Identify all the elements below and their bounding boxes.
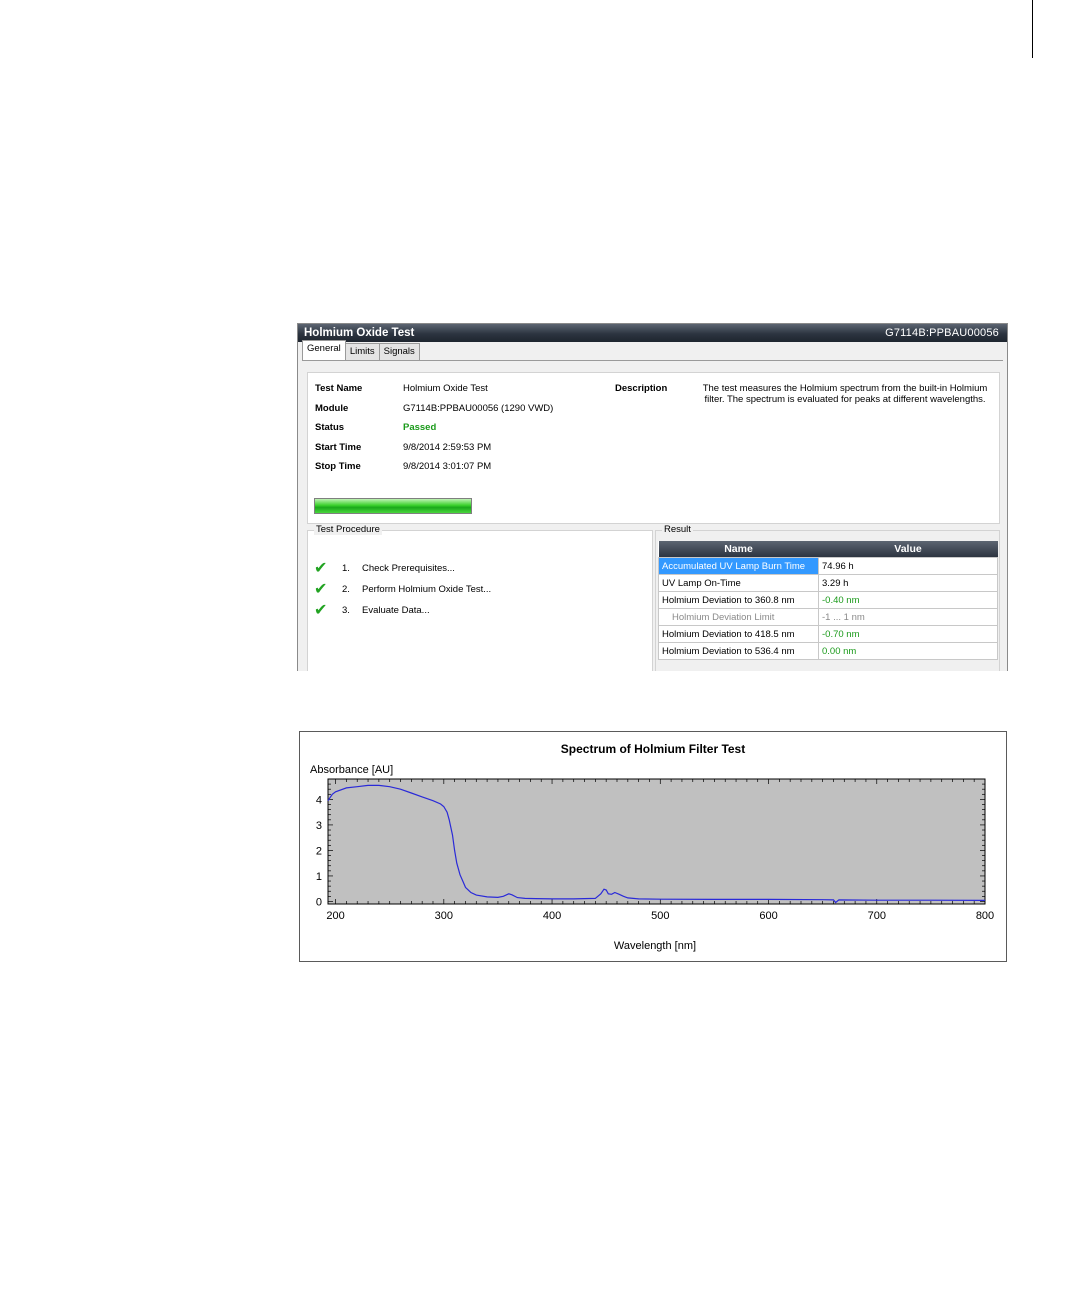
- table-row[interactable]: Accumulated UV Lamp Burn Time 74.96 h: [658, 557, 998, 575]
- window-title: Holmium Oxide Test: [304, 327, 415, 339]
- result-name-cell: Holmium Deviation to 536.4 nm: [658, 642, 819, 660]
- description-label: Description: [615, 383, 668, 394]
- x-tick-label: 700: [868, 910, 886, 922]
- table-row[interactable]: Holmium Deviation to 536.4 nm 0.00 nm: [658, 642, 998, 660]
- start-time-row: Start Time 9/8/2014 2:59:53 PM: [315, 442, 491, 453]
- procedure-step: ✔ 1. Check Prerequisites...: [314, 558, 455, 578]
- result-name-cell: Accumulated UV Lamp Burn Time: [658, 557, 819, 575]
- module-row: Module G7114B:PPBAU00056 (1290 VWD): [315, 403, 553, 414]
- holmium-test-window: Holmium Oxide Test G7114B:PPBAU00056 Gen…: [297, 323, 1008, 671]
- plot-area: [327, 778, 986, 905]
- table-row[interactable]: UV Lamp On-Time 3.29 h: [658, 574, 998, 592]
- checkmark-icon: ✔: [314, 560, 328, 577]
- description-text: The test measures the Holmium spectrum f…: [702, 383, 988, 405]
- test-progress-bar: [314, 498, 472, 514]
- status-label: Status: [315, 422, 345, 433]
- test-name-row: Test Name Holmium Oxide Test: [315, 383, 488, 394]
- table-row[interactable]: Holmium Deviation to 360.8 nm -0.40 nm: [658, 591, 998, 609]
- window-module-id: G7114B:PPBAU00056: [885, 327, 999, 339]
- result-table-header: Name Value: [658, 541, 998, 558]
- x-tick-label: 800: [976, 910, 994, 922]
- result-table: Name Value Accumulated UV Lamp Burn Time…: [658, 541, 998, 660]
- stop-time-label: Stop Time: [315, 461, 361, 472]
- x-tick-label: 300: [435, 910, 453, 922]
- tab-signals[interactable]: Signals: [378, 343, 420, 360]
- result-value-cell: -1 ... 1 nm: [818, 608, 998, 626]
- result-value-cell: 3.29 h: [818, 574, 998, 592]
- result-name-cell: Holmium Deviation to 360.8 nm: [658, 591, 819, 609]
- result-name-cell: Holmium Deviation Limit: [658, 608, 819, 626]
- result-group: Result Name Value Accumulated UV Lamp Bu…: [655, 524, 1000, 671]
- x-axis-label: Wavelength [nm]: [614, 940, 696, 952]
- result-name-cell: Holmium Deviation to 418.5 nm: [658, 625, 819, 643]
- step-number: 3.: [342, 604, 350, 616]
- x-tick-label: 200: [326, 910, 344, 922]
- stop-time-value: 9/8/2014 3:01:07 PM: [403, 461, 492, 472]
- tab-strip: General Limits Signals: [302, 340, 420, 360]
- status-value: Passed: [403, 422, 437, 433]
- test-procedure-title: Test Procedure: [314, 524, 382, 535]
- result-value-cell: -0.70 nm: [818, 625, 998, 643]
- x-tick-label: 500: [651, 910, 669, 922]
- y-tick-label: 3: [316, 820, 322, 832]
- column-header-value[interactable]: Value: [818, 541, 998, 558]
- step-label: Evaluate Data...: [362, 604, 430, 616]
- step-number: 1.: [342, 562, 350, 574]
- y-axis-label: Absorbance [AU]: [310, 764, 393, 776]
- step-label: Perform Holmium Oxide Test...: [362, 583, 492, 595]
- module-label: Module: [315, 403, 349, 414]
- window-titlebar: Holmium Oxide Test G7114B:PPBAU00056: [298, 324, 1007, 342]
- general-info-panel: Test Name Holmium Oxide Test Module G711…: [307, 372, 1000, 524]
- start-time-label: Start Time: [315, 442, 362, 453]
- step-number: 2.: [342, 583, 350, 595]
- y-tick-label: 0: [316, 896, 322, 908]
- column-header-name[interactable]: Name: [658, 541, 819, 558]
- tab-divider: [302, 360, 1003, 361]
- test-name-value: Holmium Oxide Test: [403, 383, 488, 394]
- module-value: G7114B:PPBAU00056 (1290 VWD): [403, 403, 554, 414]
- status-row: Status Passed: [315, 422, 436, 433]
- checkmark-icon: ✔: [314, 581, 328, 598]
- progress-fill: [315, 499, 471, 513]
- tab-limits[interactable]: Limits: [344, 343, 380, 360]
- spectrum-chart-svg: Spectrum of Holmium Filter Test Absorbanc…: [310, 742, 994, 952]
- procedure-step: ✔ 2. Perform Holmium Oxide Test...: [314, 579, 491, 599]
- y-tick-label: 1: [316, 871, 322, 883]
- tab-general[interactable]: General: [302, 340, 346, 360]
- result-name-cell: UV Lamp On-Time: [658, 574, 819, 592]
- stop-time-row: Stop Time 9/8/2014 3:01:07 PM: [315, 461, 491, 472]
- chart-title: Spectrum of Holmium Filter Test: [561, 742, 745, 756]
- start-time-value: 9/8/2014 2:59:53 PM: [403, 442, 492, 453]
- result-title: Result: [662, 524, 693, 535]
- y-tick-label: 4: [316, 794, 322, 806]
- checkmark-icon: ✔: [314, 602, 328, 619]
- y-tick-label: 2: [316, 845, 322, 857]
- table-row[interactable]: Holmium Deviation to 418.5 nm -0.70 nm: [658, 625, 998, 643]
- step-label: Check Prerequisites...: [362, 562, 455, 574]
- x-tick-label: 600: [759, 910, 777, 922]
- spectrum-chart: Spectrum of Holmium Filter Test Absorbanc…: [299, 731, 1007, 962]
- table-row[interactable]: Holmium Deviation Limit -1 ... 1 nm: [658, 608, 998, 626]
- test-procedure-group: Test Procedure ✔ 1. Check Prerequisites.…: [307, 524, 653, 671]
- page-corner-rule: [1032, 0, 1033, 58]
- x-tick-label: 400: [543, 910, 561, 922]
- result-value-cell: -0.40 nm: [818, 591, 998, 609]
- result-value-cell: 0.00 nm: [818, 642, 998, 660]
- test-name-label: Test Name: [315, 383, 363, 394]
- procedure-step: ✔ 3. Evaluate Data...: [314, 600, 430, 620]
- result-value-cell: 74.96 h: [818, 557, 998, 575]
